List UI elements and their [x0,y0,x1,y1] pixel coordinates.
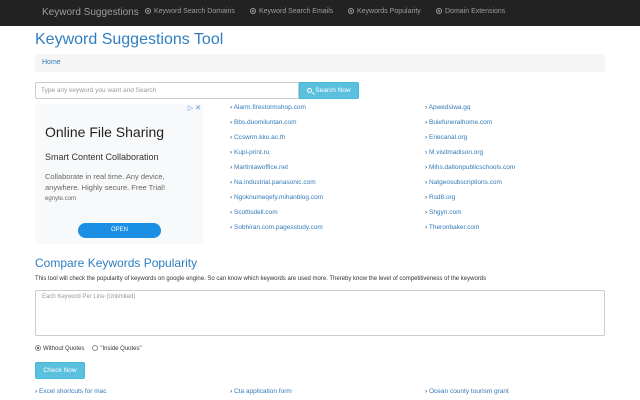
radio-inside-quotes[interactable]: "Inside Quotes" [92,345,142,352]
keyword-link[interactable]: Alarm.firestormshop.com [230,104,323,119]
keyword-link[interactable]: Shgyn.com [425,209,515,224]
keyword-link[interactable]: Scottisdell.com [230,209,323,224]
keyword-link[interactable]: Bbs.duomiluntan.com [230,119,323,134]
circle-icon [145,8,151,14]
keyword-link[interactable]: Rsd8.org [425,194,515,209]
keyword-link[interactable]: Ngoknumeqefy.mihanblog.com [230,194,323,209]
page-title: Keyword Suggestions Tool [35,31,224,48]
nav-item-keyword-search-domains[interactable]: Keyword Search Domains [145,8,235,15]
keywords-textarea[interactable] [35,290,605,336]
ad-description: Collaborate in real time. Any device, an… [45,172,166,192]
breadcrumb: Home [35,54,605,72]
radio-without-quotes[interactable]: Without Quotes [35,345,85,352]
nav-item-keywords-popularity[interactable]: Keywords Popularity [348,8,421,15]
keyword-link[interactable]: Buiefuneralhome.com [425,119,515,134]
search-icon [307,88,313,93]
nav-item-label: Keyword Search Emails [259,8,334,15]
bottom-keyword-link[interactable]: Ocean county tourism grant [425,388,509,395]
keyword-link[interactable]: Ccswrm.kku.ac.th [230,134,323,149]
keyword-link[interactable]: Sobhiran.com.pagesstudy.com [230,224,323,239]
ad-panel[interactable]: ▷ ✕ Online File Sharing Smart Content Co… [35,104,203,244]
circle-icon [436,8,442,14]
keyword-link[interactable]: Theronbaker.com [425,224,515,239]
keyword-link[interactable]: Martinlawoffice.net [230,164,323,179]
keyword-link[interactable]: Eriecanal.org [425,134,515,149]
keyword-list-left: Alarm.firestormshop.com Bbs.duomiluntan.… [230,104,323,239]
ad-open-button[interactable]: OPEN [78,223,161,238]
radio-button[interactable] [35,345,41,351]
keyword-link[interactable]: Kupi-print.ru [230,149,323,164]
radio-label: "Inside Quotes" [100,346,142,352]
top-navbar: Keyword Suggestions Keyword Search Domai… [0,0,640,26]
circle-icon [250,8,256,14]
nav-item-keyword-search-emails[interactable]: Keyword Search Emails [250,8,333,15]
quote-options: Without Quotes "Inside Quotes" [35,345,142,352]
keyword-link[interactable]: Mihs.daltonpublicschools.com [425,164,515,179]
nav-item-label: Keywords Popularity [357,8,421,15]
keyword-link[interactable]: Natgeosubscriptions.com [425,179,515,194]
nav-item-label: Keyword Search Domains [154,8,235,15]
ad-title[interactable]: Online File Sharing [45,124,164,140]
nav-item-label: Domain Extensions [445,8,506,15]
search-button-label: Search Now [315,87,351,94]
compare-description: This tool will check the popularity of k… [35,276,487,282]
search-now-button[interactable]: Search Now [299,82,359,99]
keyword-list-right: Apwedsiwa.gq Buiefuneralhome.com Eriecan… [425,104,516,239]
breadcrumb-home-link[interactable]: Home [42,59,61,66]
compare-section-title: Compare Keywords Popularity [35,256,198,270]
radio-label: Without Quotes [43,346,85,352]
nav-item-domain-extensions[interactable]: Domain Extensions [436,8,505,15]
radio-button[interactable] [92,345,99,351]
navbar-brand[interactable]: Keyword Suggestions [42,7,139,18]
keyword-link[interactable]: Na.industrial.panasonic.com [230,179,323,194]
keyword-link[interactable]: M.visitmadison.org [425,149,515,164]
circle-icon [348,8,354,14]
bottom-keyword-link[interactable]: Cta application form [230,388,292,395]
bottom-keyword-link[interactable]: Excel shortcuts for mac [35,388,107,395]
keyword-link[interactable]: Apwedsiwa.gq [425,104,515,119]
ad-subtitle: Smart Content Collaboration [45,152,159,162]
check-now-button[interactable]: Check Now [35,362,85,379]
ad-domain: egnyte.com [45,196,77,202]
ad-choices-icon[interactable]: ▷ ✕ [188,104,201,112]
keyword-search-input[interactable] [35,82,299,99]
